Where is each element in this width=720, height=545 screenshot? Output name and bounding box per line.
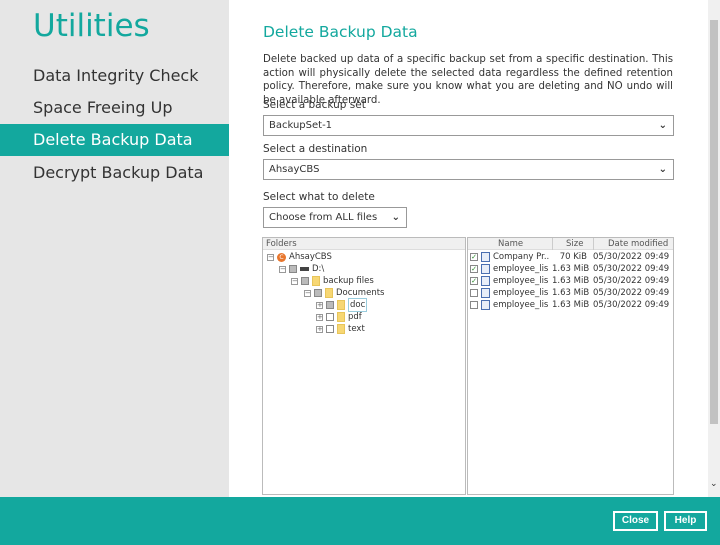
- file-name: employee_lis...: [493, 276, 549, 286]
- drive-icon: [300, 267, 309, 271]
- checkbox[interactable]: [326, 301, 334, 309]
- file-name: Company Pr...: [493, 252, 549, 262]
- expand-icon[interactable]: +: [316, 301, 323, 309]
- chevron-down-icon: ⌄: [391, 212, 400, 223]
- checkbox[interactable]: ✓: [470, 265, 478, 273]
- collapse-icon[interactable]: −: [267, 253, 274, 261]
- file-date: 05/30/2022 09:49: [593, 300, 670, 310]
- tree-label: D:\: [312, 264, 325, 274]
- page-title: Delete Backup Data: [263, 23, 418, 41]
- tree-node-backup-files[interactable]: − backup files: [291, 275, 374, 287]
- collapse-icon[interactable]: −: [291, 277, 298, 285]
- sidebar-title: Utilities: [33, 8, 150, 44]
- checkbox[interactable]: [314, 289, 322, 297]
- what-to-delete-select[interactable]: Choose from ALL files ⌄: [263, 207, 407, 228]
- sidebar-item-space-freeing-up[interactable]: Space Freeing Up: [0, 92, 229, 124]
- destination-value: AhsayCBS: [269, 164, 320, 175]
- tree-label: pdf: [348, 312, 362, 322]
- folder-icon: [337, 300, 345, 310]
- file-row[interactable]: ✓ employee_lis... 1.63 MiB 05/30/2022 09…: [470, 263, 670, 275]
- column-name[interactable]: Name: [498, 238, 523, 250]
- file-row[interactable]: ✓ Company Pr... 70 KiB 05/30/2022 09:49: [470, 251, 670, 263]
- scrollbar[interactable]: ⌄: [708, 0, 720, 497]
- backup-set-value: BackupSet-1: [269, 120, 333, 131]
- file-row[interactable]: ✓ employee_lis... 1.63 MiB 05/30/2022 09…: [470, 275, 670, 287]
- tree-label: text: [348, 324, 365, 334]
- folder-icon: [337, 312, 345, 322]
- sidebar-item-delete-backup-data[interactable]: Delete Backup Data: [0, 124, 229, 156]
- folders-header: Folders: [263, 238, 465, 250]
- what-to-delete-value: Choose from ALL files: [269, 212, 378, 223]
- file-name: employee_lis...: [493, 264, 549, 274]
- checkbox[interactable]: [289, 265, 297, 273]
- folders-tree[interactable]: Folders − C AhsayCBS − D:\ − backup files − D…: [262, 237, 466, 495]
- column-size[interactable]: Size: [552, 238, 593, 250]
- tree-node-pdf[interactable]: + pdf: [316, 311, 362, 323]
- folder-icon: [312, 276, 320, 286]
- checkbox[interactable]: [326, 313, 334, 321]
- checkbox[interactable]: ✓: [470, 277, 478, 285]
- tree-node-ahsaycbs[interactable]: − C AhsayCBS: [267, 251, 332, 263]
- file-date: 05/30/2022 09:49: [593, 288, 670, 298]
- backup-set-label: Select a backup set: [263, 99, 366, 111]
- tree-label: AhsayCBS: [289, 252, 332, 262]
- files-header: Name Size Date modified: [468, 238, 673, 250]
- file-size: 70 KiB: [559, 252, 587, 262]
- destination-select[interactable]: AhsayCBS ⌄: [263, 159, 674, 180]
- file-date: 05/30/2022 09:49: [593, 276, 670, 286]
- file-name: employee_lis...: [493, 300, 549, 310]
- tree-node-documents[interactable]: − Documents: [304, 287, 384, 299]
- sidebar: Utilities Data Integrity Check Space Fre…: [0, 0, 229, 497]
- checkbox[interactable]: [470, 301, 478, 309]
- scroll-down-icon[interactable]: ⌄: [710, 479, 718, 489]
- tree-label: backup files: [323, 276, 374, 286]
- file-icon: [481, 252, 490, 262]
- destination-label: Select a destination: [263, 143, 368, 155]
- checkbox[interactable]: [470, 289, 478, 297]
- scrollbar-thumb[interactable]: [710, 20, 718, 424]
- checkbox[interactable]: [301, 277, 309, 285]
- expand-icon[interactable]: +: [316, 325, 323, 333]
- file-name: employee_lis...: [493, 288, 549, 298]
- file-row[interactable]: employee_lis... 1.63 MiB 05/30/2022 09:4…: [470, 287, 670, 299]
- collapse-icon[interactable]: −: [304, 289, 311, 297]
- folder-icon: [337, 324, 345, 334]
- tree-node-d-drive[interactable]: − D:\: [279, 263, 324, 275]
- footer-bar: [0, 497, 720, 545]
- file-row[interactable]: employee_lis... 1.63 MiB 05/30/2022 09:4…: [470, 299, 670, 311]
- column-date-modified[interactable]: Date modified: [593, 238, 668, 250]
- file-icon: [481, 288, 490, 298]
- file-date: 05/30/2022 09:49: [593, 264, 670, 274]
- file-size: 1.63 MiB: [552, 264, 590, 274]
- file-size: 1.63 MiB: [552, 300, 590, 310]
- chevron-down-icon: ⌄: [658, 164, 667, 175]
- chevron-down-icon: ⌄: [658, 120, 667, 131]
- collapse-icon[interactable]: −: [279, 265, 286, 273]
- tree-node-text[interactable]: + text: [316, 323, 365, 335]
- ahsay-logo-icon: C: [277, 252, 286, 262]
- checkbox[interactable]: [326, 325, 334, 333]
- sidebar-item-decrypt-backup-data[interactable]: Decrypt Backup Data: [0, 157, 229, 189]
- file-size: 1.63 MiB: [552, 288, 590, 298]
- file-size: 1.63 MiB: [552, 276, 590, 286]
- tree-label: doc: [348, 298, 368, 312]
- close-button[interactable]: Close: [613, 511, 658, 531]
- what-to-delete-label: Select what to delete: [263, 191, 375, 203]
- backup-set-select[interactable]: BackupSet-1 ⌄: [263, 115, 674, 136]
- file-icon: [481, 300, 490, 310]
- files-list[interactable]: Name Size Date modified ✓ Company Pr... …: [467, 237, 674, 495]
- file-icon: [481, 276, 490, 286]
- expand-icon[interactable]: +: [316, 313, 323, 321]
- sidebar-item-data-integrity-check[interactable]: Data Integrity Check: [0, 60, 229, 92]
- folder-icon: [325, 288, 333, 298]
- file-icon: [481, 264, 490, 274]
- checkbox[interactable]: ✓: [470, 253, 478, 261]
- file-date: 05/30/2022 09:49: [593, 252, 670, 262]
- tree-node-doc[interactable]: + doc: [316, 298, 368, 312]
- help-button[interactable]: Help: [664, 511, 707, 531]
